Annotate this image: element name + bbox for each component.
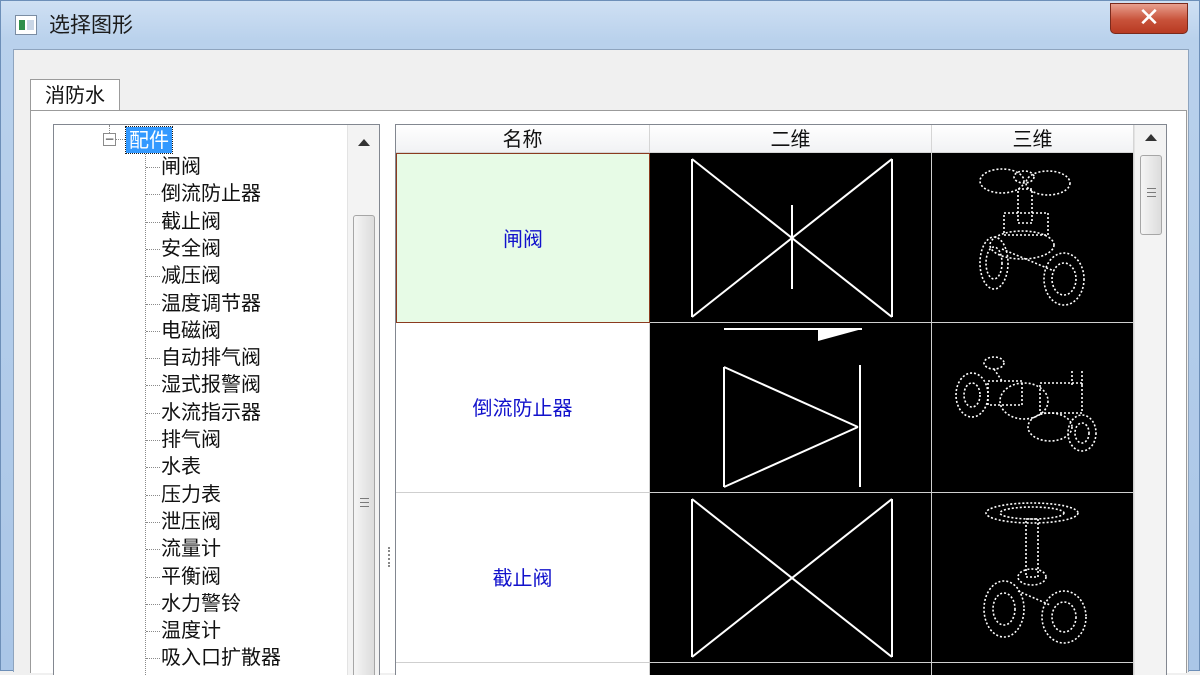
- grid-scrollbar-thumb[interactable]: [1140, 155, 1162, 235]
- symbol-grid[interactable]: 名称 二维 三维 闸阀 倒流防止器 截止阀: [395, 124, 1167, 675]
- tree-line: [146, 521, 160, 523]
- tree-item[interactable]: 吸入口扩散器: [161, 644, 281, 671]
- tree-line: [146, 549, 160, 551]
- tree-scrollbar-thumb[interactable]: [353, 215, 375, 675]
- tree-item[interactable]: 湿式报警阀: [161, 371, 261, 398]
- tree-line: [146, 576, 160, 578]
- tree-item[interactable]: 泄压阀: [161, 508, 221, 535]
- globe-valve-3d-preview[interactable]: [932, 493, 1134, 663]
- close-button[interactable]: ✕: [1110, 3, 1188, 34]
- globe-valve-3d-icon: [983, 502, 1087, 644]
- tree-node-peijian[interactable]: 配件: [125, 126, 173, 154]
- scroll-up-arrow-icon[interactable]: [358, 139, 370, 146]
- tree-line: [146, 385, 160, 387]
- column-header-2d[interactable]: 二维: [650, 125, 932, 153]
- gate-valve-2d-icon: [691, 158, 893, 318]
- row-name-label: 闸阀: [503, 227, 543, 251]
- grid-scrollbar[interactable]: [1134, 125, 1166, 675]
- tree-scrollbar[interactable]: [347, 125, 379, 675]
- tree-item[interactable]: 温度调节器: [161, 290, 261, 317]
- tree-line: [146, 603, 160, 605]
- tree-item[interactable]: 电磁阀: [161, 317, 221, 344]
- row-name-label: 截止阀: [492, 566, 553, 590]
- tree-line: [116, 139, 125, 140]
- tree-line: [146, 358, 160, 360]
- tree-item[interactable]: 安全阀: [161, 235, 221, 262]
- dialog-client-area: 消防水 − 配件 闸阀 倒流防止器 截止阀 安全阀 减压阀 温度调节器 电磁阀 自动排气阀 湿式…: [13, 49, 1189, 675]
- row-name-label: 倒流防止器: [472, 396, 573, 420]
- backflow-preventer-2d-icon: [723, 328, 862, 488]
- tree-line: [146, 221, 160, 223]
- column-header-name[interactable]: 名称: [396, 125, 650, 153]
- row-name-cell[interactable]: 倒流防止器: [396, 323, 650, 493]
- app-icon: [15, 15, 37, 35]
- tree-item[interactable]: 水表: [161, 453, 201, 480]
- globe-valve-2d-icon: [691, 498, 893, 658]
- tree-line: [146, 248, 160, 250]
- tree-view[interactable]: − 配件 闸阀 倒流防止器 截止阀 安全阀 减压阀 温度调节器 电磁阀 自动排气阀 湿式报警阀水…: [53, 124, 380, 675]
- tab-xiaofangshui[interactable]: 消防水: [30, 79, 120, 111]
- backflow-preventer-3d-preview[interactable]: [932, 323, 1134, 493]
- row-name-cell[interactable]: 截止阀: [396, 493, 650, 663]
- tree-item[interactable]: 自动排气阀: [161, 344, 261, 371]
- globe-valve-2d-symbol[interactable]: [650, 493, 932, 663]
- tree-line: [146, 631, 160, 633]
- column-header-3d[interactable]: 三维: [932, 125, 1134, 153]
- row-name-cell[interactable]: [396, 663, 650, 675]
- splitter-grip[interactable]: [388, 547, 392, 567]
- tree-line: [146, 167, 160, 168]
- tree-line: [146, 330, 160, 332]
- collapse-icon[interactable]: −: [103, 133, 116, 146]
- tree-line: [146, 440, 160, 441]
- tree-item[interactable]: 流量计: [161, 535, 221, 562]
- window-title: 选择图形: [49, 13, 133, 37]
- tree-line: [146, 494, 160, 496]
- row-name-cell[interactable]: 闸阀: [396, 153, 650, 323]
- tab-page: − 配件 闸阀 倒流防止器 截止阀 安全阀 减压阀 温度调节器 电磁阀 自动排气阀 湿式报警阀水…: [30, 110, 1187, 675]
- gate-valve-2d-symbol[interactable]: [650, 153, 932, 323]
- tree-line: [146, 276, 160, 278]
- row-3d-cell[interactable]: [932, 663, 1134, 675]
- gate-valve-3d-preview[interactable]: [932, 153, 1134, 323]
- row-2d-cell[interactable]: [650, 663, 932, 675]
- tree-line: [146, 467, 160, 469]
- tree-line: [146, 412, 160, 414]
- tree-item[interactable]: 减压阀: [161, 262, 221, 289]
- tree-item[interactable]: 闸阀: [161, 153, 201, 180]
- tree-item[interactable]: 倒流防止器: [161, 180, 261, 207]
- scroll-up-arrow-icon[interactable]: [1145, 134, 1157, 141]
- dialog-window: 选择图形 ✕ 消防水 − 配件 闸阀 倒流防止器 截止阀 安全阀 减压阀 温度调节器 电磁阀…: [0, 0, 1200, 675]
- tree-item[interactable]: 平衡阀: [161, 563, 221, 590]
- tree-item[interactable]: 水力警铃: [161, 590, 241, 617]
- tree-item[interactable]: 压力表: [161, 481, 221, 508]
- backflow-preventer-3d-icon: [955, 356, 1097, 452]
- tree-item[interactable]: 截止阀: [161, 208, 221, 235]
- tree-item[interactable]: 温度计: [161, 617, 221, 644]
- gate-valve-3d-icon: [979, 168, 1085, 306]
- tree-item[interactable]: 排气阀: [161, 426, 221, 453]
- tree-line: [146, 303, 160, 305]
- title-bar[interactable]: 选择图形 ✕: [1, 1, 1200, 49]
- tree-item[interactable]: 水流指示器: [161, 399, 261, 426]
- tree-line: [146, 194, 160, 196]
- tree-line: [146, 658, 160, 660]
- backflow-preventer-2d-symbol[interactable]: [650, 323, 932, 493]
